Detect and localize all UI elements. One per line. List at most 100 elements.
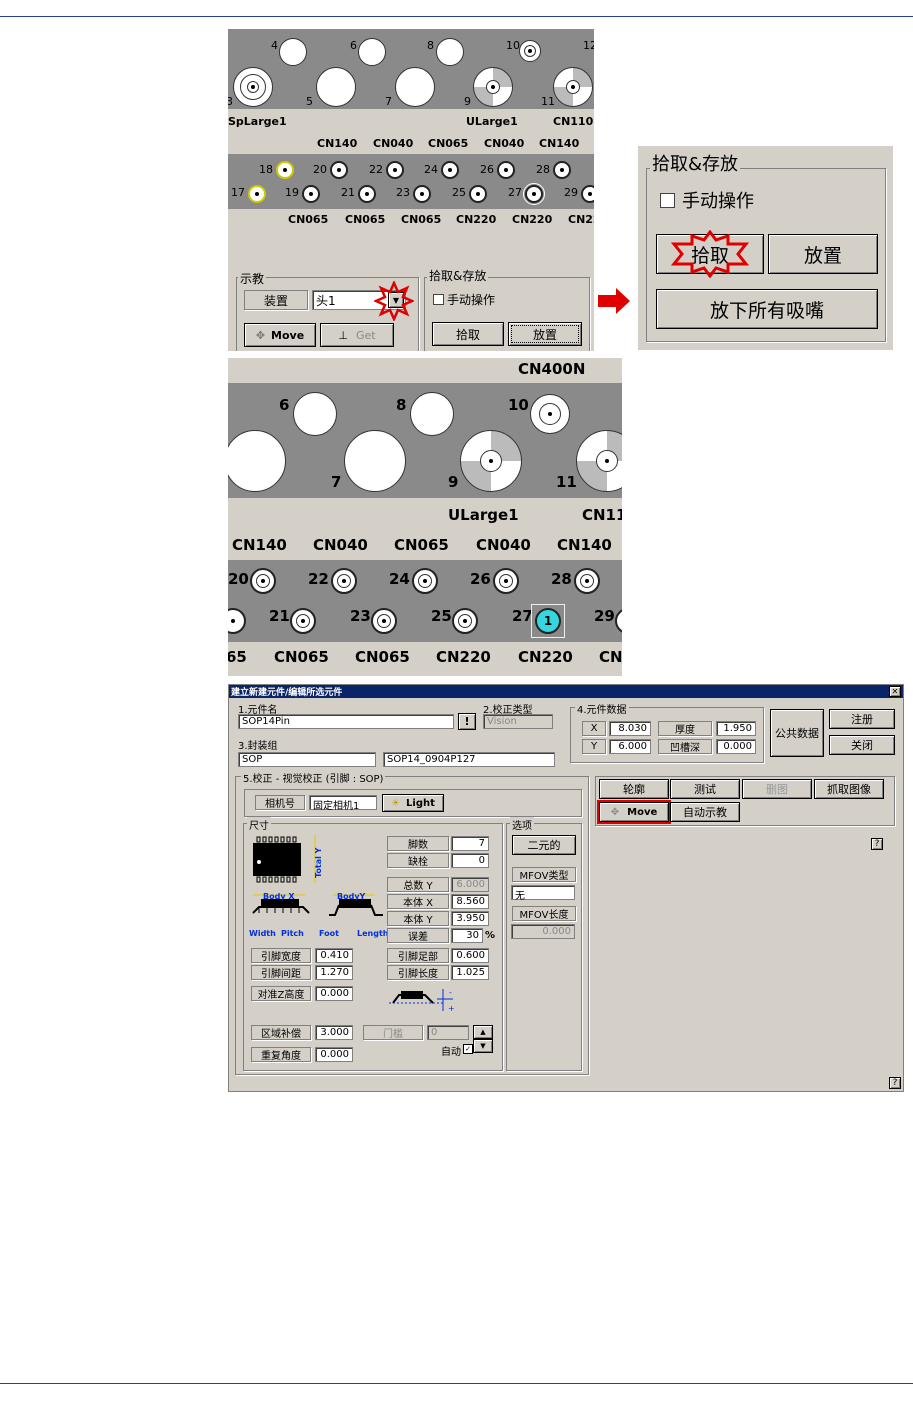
nozzle-number: 9 — [448, 473, 459, 491]
nozzle-slot[interactable] — [279, 38, 307, 66]
nozzle-type-label: CN065 — [355, 648, 410, 666]
nozzle-slot-selected[interactable] — [523, 183, 545, 205]
nozzle-type-label: CN400N — [518, 360, 586, 378]
help-icon[interactable]: ? — [871, 838, 883, 850]
nozzle-slot[interactable] — [331, 568, 357, 594]
pin-width-input[interactable]: 0.410 — [315, 948, 353, 963]
nozzle-slot[interactable] — [574, 568, 600, 594]
nozzle-slot[interactable] — [553, 161, 571, 179]
nozzle-slot[interactable] — [473, 67, 513, 107]
get-button[interactable]: ⊥ Get — [320, 323, 394, 347]
groove-depth-input[interactable]: 0.000 — [716, 739, 756, 754]
body-x-input[interactable]: 8.560 — [451, 894, 489, 909]
pin-foot-input[interactable]: 0.600 — [451, 948, 489, 963]
auto-teach-button[interactable]: 自动示教 — [670, 802, 740, 822]
part-name-info-button[interactable]: ! — [458, 713, 476, 730]
pin-length-input[interactable]: 1.025 — [451, 965, 489, 980]
threshold-up-button[interactable]: ▲ — [473, 1025, 493, 1039]
package-select[interactable]: SOP — [238, 752, 376, 767]
outline-button[interactable]: 轮廓 — [599, 779, 669, 799]
nozzle-slot[interactable] — [395, 67, 435, 107]
light-button[interactable]: ☀ Light — [382, 794, 444, 812]
threshold-down-button[interactable]: ▼ — [473, 1039, 493, 1053]
nozzle-slot[interactable] — [553, 67, 593, 107]
dialog-move-button[interactable]: ✥ Move — [597, 800, 671, 824]
part-name-input[interactable]: SOP14Pin — [238, 714, 454, 729]
drop-all-nozzles-button[interactable]: 放下所有吸嘴 — [656, 289, 878, 329]
pin-count-input[interactable]: 7 — [451, 836, 489, 851]
nozzle-slot[interactable] — [358, 38, 386, 66]
nozzle-slot[interactable] — [293, 392, 337, 436]
close-button[interactable]: 关闭 — [829, 735, 895, 755]
manual-checkbox[interactable] — [433, 294, 444, 305]
align-z-height-input[interactable]: 0.000 — [315, 986, 353, 1001]
nozzle-type-label: CN220 — [512, 213, 553, 226]
nozzle-slot[interactable] — [276, 161, 294, 179]
nozzle-number: 19 — [285, 186, 299, 199]
auto-checkbox[interactable]: ✓ — [463, 1044, 473, 1054]
nozzle-slot[interactable] — [233, 67, 273, 107]
delete-image-button[interactable]: 删图 — [742, 779, 812, 799]
capture-image-button[interactable]: 抓取图像 — [814, 779, 884, 799]
x-input[interactable]: 8.030 — [609, 721, 651, 736]
total-y-input[interactable]: 6.000 — [451, 877, 489, 892]
register-button[interactable]: 注册 — [829, 709, 895, 729]
repeat-angle-input[interactable]: 0.000 — [315, 1047, 353, 1062]
nozzle-slot[interactable] — [413, 185, 431, 203]
nozzle-slot[interactable] — [469, 185, 487, 203]
test-button[interactable]: 测试 — [670, 779, 740, 799]
binary-button[interactable]: 二元的 — [512, 835, 576, 855]
nozzle-type-label: CN140 — [557, 536, 612, 554]
pick-button[interactable]: 拾取 — [432, 322, 504, 346]
zoom-manual-checkbox[interactable] — [660, 193, 675, 208]
total-y-field-label: 总数 Y — [387, 877, 449, 892]
nozzle-slot[interactable] — [386, 161, 404, 179]
area-comp-input[interactable]: 3.000 — [315, 1025, 353, 1040]
nozzle-slot-selected[interactable]: 1 — [535, 608, 561, 634]
nozzle-slot[interactable] — [436, 38, 464, 66]
body-y-field-label: 本体 Y — [387, 911, 449, 926]
common-data-button[interactable]: 公共数据 — [770, 709, 824, 757]
nozzle-slot[interactable] — [441, 161, 459, 179]
pin-pitch-input[interactable]: 1.270 — [315, 965, 353, 980]
nozzle-slot[interactable] — [410, 392, 454, 436]
mfov-type-select[interactable]: 无 — [511, 885, 575, 902]
nozzle-number: 8 — [427, 39, 434, 52]
dialog-close-button[interactable]: ✕ — [889, 686, 901, 697]
help-icon[interactable]: ? — [889, 1077, 901, 1089]
nozzle-slot[interactable] — [519, 40, 541, 62]
mfov-length-input[interactable]: 0.000 — [511, 924, 575, 939]
camera-select[interactable]: 固定相机1 — [309, 795, 377, 812]
tolerance-input[interactable]: 30 — [451, 928, 483, 943]
nozzle-slot[interactable] — [248, 185, 266, 203]
nozzle-type-label: CN220 — [456, 213, 497, 226]
nozzle-slot[interactable] — [530, 394, 570, 434]
nozzle-slot[interactable] — [302, 185, 320, 203]
nozzle-slot[interactable] — [344, 430, 406, 492]
nozzle-slot[interactable] — [330, 161, 348, 179]
missing-pins-input[interactable]: 0 — [451, 853, 489, 868]
nozzle-slot[interactable] — [358, 185, 376, 203]
nozzle-slot[interactable] — [316, 67, 356, 107]
nozzle-slot[interactable] — [493, 568, 519, 594]
align-type-select[interactable]: Vision — [483, 714, 553, 729]
thickness-input[interactable]: 1.950 — [716, 721, 756, 736]
nozzle-slot[interactable] — [250, 568, 276, 594]
tolerance-unit: % — [485, 930, 496, 941]
nozzle-slot[interactable] — [290, 608, 316, 634]
nozzle-slot[interactable] — [581, 185, 594, 203]
package-variant-select[interactable]: SOP14_0904P127 — [383, 752, 555, 767]
nozzle-slot[interactable] — [460, 430, 522, 492]
threshold-input[interactable]: 0 — [427, 1025, 469, 1040]
body-y-input[interactable]: 3.950 — [451, 911, 489, 926]
nozzle-slot[interactable] — [412, 568, 438, 594]
place-button[interactable]: 放置 — [508, 322, 582, 346]
y-input[interactable]: 6.000 — [609, 739, 651, 754]
nozzle-slot[interactable] — [371, 608, 397, 634]
move-button[interactable]: ✥ Move — [244, 323, 316, 347]
nozzle-type-label: SpLarge1 — [228, 115, 287, 128]
zoom-place-button[interactable]: 放置 — [768, 234, 878, 274]
nozzle-slot[interactable] — [452, 608, 478, 634]
nozzle-slot[interactable] — [497, 161, 515, 179]
nozzle-number: 9 — [464, 95, 471, 108]
